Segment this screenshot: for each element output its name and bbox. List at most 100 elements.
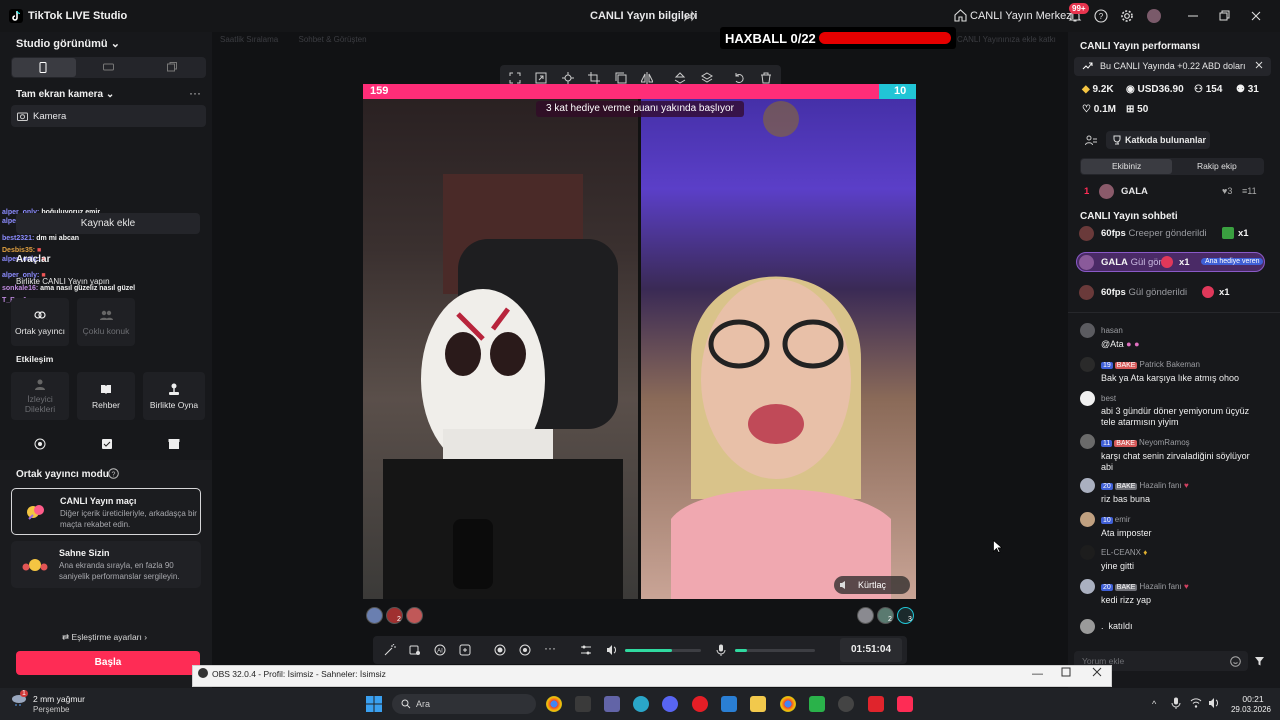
close-icon[interactable] bbox=[1092, 667, 1102, 677]
avatar[interactable] bbox=[857, 607, 874, 624]
opera-icon[interactable] bbox=[692, 696, 708, 712]
effects-icon[interactable] bbox=[409, 644, 421, 656]
help-icon[interactable]: ? bbox=[1094, 9, 1108, 23]
sticker-icon[interactable] bbox=[459, 644, 471, 656]
minimize-icon[interactable] bbox=[1186, 9, 1200, 23]
record-icon[interactable] bbox=[494, 644, 506, 656]
rank-name[interactable]: GALA bbox=[1121, 186, 1148, 197]
video-divider bbox=[638, 99, 641, 599]
comment-user[interactable]: emir bbox=[1115, 515, 1131, 524]
comment-user-row: 20 BAKE Hazalin fanı ♥ bbox=[1101, 582, 1189, 591]
mic-icon[interactable] bbox=[1171, 697, 1181, 709]
volume-icon[interactable] bbox=[606, 644, 618, 656]
tiktok-icon[interactable] bbox=[897, 696, 913, 712]
layers-icon[interactable] bbox=[701, 72, 713, 84]
comment-user[interactable]: Hazalin fanı bbox=[1139, 582, 1181, 591]
app-icon[interactable] bbox=[809, 696, 825, 712]
mail-icon[interactable] bbox=[721, 696, 737, 712]
avatar[interactable] bbox=[406, 607, 423, 624]
live-center-link[interactable]: CANLI Yayın Merkezi bbox=[970, 10, 1074, 22]
trash-icon[interactable] bbox=[760, 72, 772, 84]
tab-hourly-rank[interactable]: Saatlik Sıralama bbox=[220, 35, 278, 44]
match-settings-link[interactable]: ⇄ Eşleştirme ayarları › bbox=[62, 632, 147, 643]
tab-opponent-team[interactable]: Rakip ekip bbox=[1197, 161, 1237, 171]
mode-stage[interactable]: Sahne Sizin Ana ekranda sırayla, en fazl… bbox=[11, 541, 201, 588]
comment-user[interactable]: EL-CEANX ♦ bbox=[1101, 548, 1147, 557]
folder-icon[interactable] bbox=[750, 696, 766, 712]
guide-tool[interactable]: Rehber bbox=[77, 372, 135, 420]
crop-icon[interactable] bbox=[588, 72, 600, 84]
chrome-icon[interactable] bbox=[546, 696, 562, 712]
discord-icon[interactable] bbox=[662, 696, 678, 712]
add-source-button[interactable]: Kaynak ekle bbox=[16, 213, 200, 234]
filter-icon[interactable] bbox=[1254, 656, 1265, 667]
sliders-icon[interactable] bbox=[580, 644, 592, 656]
close-icon[interactable] bbox=[1254, 60, 1264, 70]
volume-icon[interactable] bbox=[1208, 697, 1220, 709]
comment-user[interactable]: hasan bbox=[1101, 326, 1123, 335]
share-icon[interactable] bbox=[683, 10, 695, 22]
edge-icon[interactable] bbox=[633, 696, 649, 712]
fullscreen-camera-dropdown[interactable]: Tam ekran kamera ⌄ bbox=[16, 89, 114, 100]
box-icon[interactable] bbox=[168, 438, 180, 450]
speaker-icon[interactable] bbox=[839, 580, 849, 590]
chevron-up-icon[interactable]: ^ bbox=[1152, 699, 1156, 709]
comment-user[interactable]: NeyomRamoş bbox=[1139, 438, 1190, 447]
teams-icon[interactable] bbox=[604, 696, 620, 712]
chrome-icon[interactable] bbox=[780, 696, 796, 712]
youtube-icon[interactable] bbox=[868, 696, 884, 712]
mic-icon[interactable] bbox=[715, 644, 727, 656]
live-info-link[interactable]: CANLI Yayın bilgileri bbox=[590, 10, 697, 22]
obs-icon[interactable] bbox=[838, 696, 854, 712]
wifi-icon[interactable] bbox=[1190, 697, 1202, 709]
checklist-icon[interactable] bbox=[101, 438, 113, 450]
comment-user[interactable]: best bbox=[1101, 394, 1116, 403]
maximize-icon[interactable] bbox=[1061, 667, 1071, 677]
tab-chat[interactable]: Sohbet & Görüşten bbox=[298, 35, 366, 44]
info-icon[interactable]: ? bbox=[108, 468, 119, 479]
gear-icon[interactable] bbox=[1120, 9, 1134, 23]
view-tab-landscape[interactable] bbox=[103, 63, 114, 71]
cohost-tool[interactable]: Ortak yayıncı bbox=[11, 298, 69, 346]
ai-icon[interactable]: AI bbox=[434, 644, 446, 656]
undo-icon[interactable] bbox=[733, 72, 745, 84]
minimize-icon[interactable]: — bbox=[1032, 668, 1043, 680]
start-button[interactable]: Başla bbox=[16, 651, 200, 675]
center-icon[interactable] bbox=[562, 72, 574, 84]
taskbar-search[interactable] bbox=[392, 694, 536, 714]
close-icon[interactable] bbox=[1249, 9, 1263, 23]
user-list-icon[interactable] bbox=[1085, 135, 1097, 146]
volume-slider[interactable] bbox=[625, 649, 701, 652]
viewer-requests-tool[interactable]: İzleyici Dilekleri bbox=[11, 372, 69, 420]
mic-slider[interactable] bbox=[735, 649, 815, 652]
avatar[interactable] bbox=[1147, 9, 1161, 23]
tab-your-team[interactable]: Ekibiniz bbox=[1112, 161, 1141, 171]
multi-guest-tool[interactable]: Çoklu konuk bbox=[77, 298, 135, 346]
mode-live-match[interactable]: CANLI Yayın maçı Diğer içerik üreticiler… bbox=[11, 488, 201, 535]
copy-icon[interactable] bbox=[615, 72, 627, 84]
comment-user[interactable]: Patrick Bakeman bbox=[1139, 360, 1199, 369]
flip-icon[interactable] bbox=[641, 72, 653, 84]
add-user-icon: ⚉ bbox=[1236, 84, 1245, 95]
avatar[interactable] bbox=[366, 607, 383, 624]
target-icon[interactable] bbox=[34, 438, 46, 450]
maximize-icon[interactable] bbox=[1217, 9, 1231, 23]
comment-user[interactable]: Hazalin fanı bbox=[1139, 481, 1181, 490]
tab-contribute[interactable]: CANLI Yayınınıza ekle katkı bbox=[957, 35, 1056, 44]
clock-date[interactable]: 29.03.2026 bbox=[1226, 705, 1276, 714]
fit-icon[interactable] bbox=[509, 72, 521, 84]
camera-switch-icon[interactable] bbox=[519, 644, 531, 656]
more-icon[interactable]: ··· bbox=[544, 641, 556, 655]
clock-time[interactable]: 00:21 bbox=[1233, 694, 1273, 704]
bring-front-icon[interactable] bbox=[674, 72, 686, 84]
view-tab-split[interactable] bbox=[167, 62, 177, 72]
weather-badge: 1 bbox=[20, 690, 28, 697]
expand-icon[interactable] bbox=[535, 72, 547, 84]
emoji-icon[interactable] bbox=[1230, 656, 1241, 667]
play-together-tool[interactable]: Birlikte Oyna bbox=[143, 372, 205, 420]
windows-start-icon[interactable] bbox=[366, 696, 382, 712]
more-icon[interactable]: ··· bbox=[189, 86, 201, 100]
store-icon[interactable] bbox=[575, 696, 591, 712]
magic-icon[interactable] bbox=[384, 644, 396, 656]
studio-view-dropdown[interactable]: Studio görünümü ⌄ bbox=[16, 37, 120, 50]
